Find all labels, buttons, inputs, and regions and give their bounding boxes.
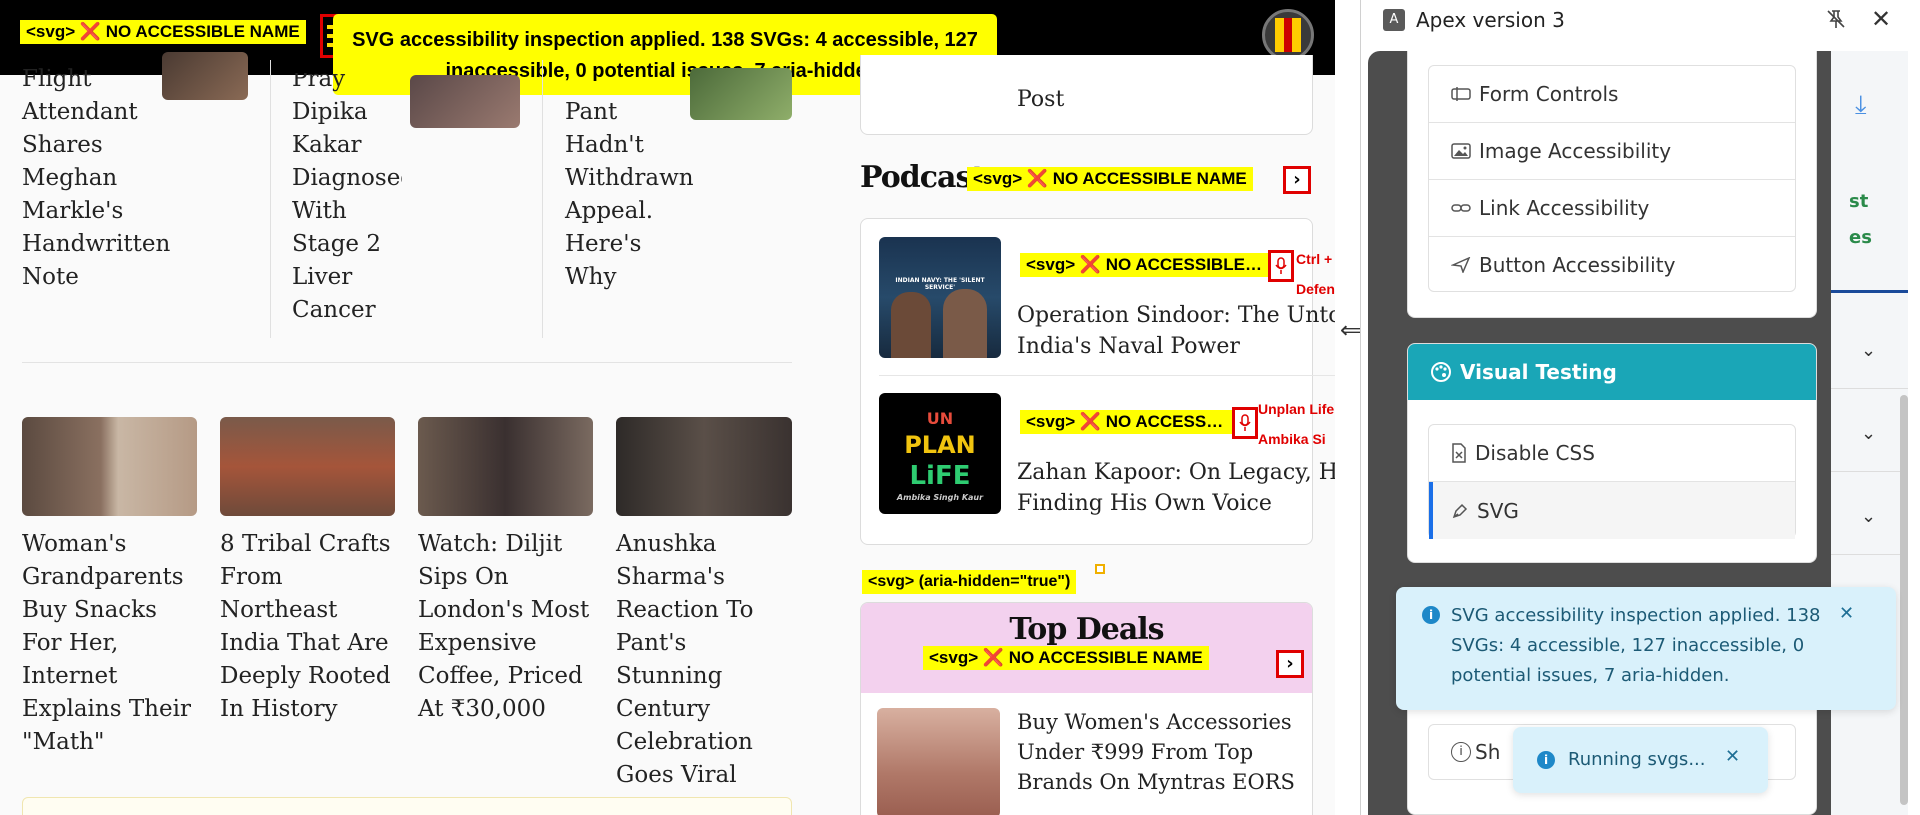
podcast-heading: Podcast [860, 160, 985, 195]
chevron-right-icon: › [1286, 653, 1294, 674]
menu-item-label: Image Accessibility [1479, 139, 1672, 163]
story-thumbnail[interactable] [22, 417, 197, 516]
notification-toast: i SVG accessibility inspection applied. … [1396, 587, 1896, 710]
row-divider [22, 362, 792, 363]
chevron-right-icon: › [1293, 169, 1301, 190]
active-indicator [1429, 482, 1433, 539]
menu-item-image-accessibility[interactable]: Image Accessibility [1429, 123, 1795, 180]
podcast-title[interactable]: Operation Sindoor: The Untold SIndia's N… [1017, 300, 1335, 362]
panel-title: Apex version 3 [1416, 8, 1565, 32]
story-title[interactable]: Watch: Diljit Sips On London's Most Expe… [418, 528, 598, 726]
story-thumbnail[interactable] [616, 417, 792, 516]
unpin-icon[interactable] [1825, 8, 1849, 32]
visual-testing-header[interactable]: Visual Testing [1408, 344, 1816, 400]
pen-icon [1452, 503, 1468, 518]
behind-divider [1831, 290, 1908, 293]
story-thumbnail[interactable] [220, 417, 395, 516]
podcast-item-svg-badge: <svg> ❌ NO ACCESSIBLE NAME [1020, 410, 1232, 434]
menu-item-label: Disable CSS [1475, 441, 1595, 465]
mic-icon-box[interactable] [1268, 250, 1294, 282]
image-icon [1451, 143, 1471, 159]
top-deals-svg-badge: <svg> ❌ NO ACCESSIBLE NAME [923, 646, 1209, 670]
story-thumbnail[interactable] [690, 68, 792, 120]
svg-inspection-badge: <svg> ❌ NO ACCESSIBLE NAME [20, 20, 306, 44]
behind-chevron-2: ⌄ [1861, 423, 1877, 444]
info-circle-icon: i [1537, 751, 1555, 769]
running-toast: i Running svgs... ✕ [1513, 727, 1768, 793]
site-logo[interactable] [1262, 9, 1314, 61]
column-divider [542, 60, 543, 338]
story-title[interactable]: Pray Dipika Kakar Diagnosed With Stage 2… [292, 73, 402, 327]
visual-testing-list: Disable CSS SVG [1428, 424, 1796, 539]
info-icon: i [1451, 742, 1471, 762]
mic-icon-box[interactable] [1232, 407, 1258, 439]
aria-hidden-marker [1095, 564, 1105, 574]
logo-icon [1275, 18, 1301, 52]
top-card [860, 55, 1313, 135]
menu-item-label: Sh [1475, 740, 1501, 764]
ad-strip [22, 797, 792, 815]
mic-icon [1275, 257, 1287, 274]
podcast-divider [879, 375, 1335, 376]
panel-scrollbar[interactable] [1900, 395, 1908, 805]
column-divider [270, 60, 271, 338]
podcast-svg-badge: <svg> ❌ NO ACCESSIBLE NAME [967, 167, 1253, 191]
toast-close-icon[interactable]: ✕ [1725, 746, 1740, 767]
deal-title[interactable]: Buy Women's Accessories Under ₹999 From … [1017, 707, 1317, 797]
story-thumbnail[interactable] [418, 417, 593, 516]
close-icon[interactable]: ✕ [1871, 5, 1891, 33]
mic-label: Ctrl + Defen [1296, 251, 1335, 297]
podcast-thumbnail[interactable]: UN PLAN LiFE Ambika Singh Kaur [879, 393, 1001, 514]
story-title[interactable]: Flight Attendant Shares Meghan Markle's … [22, 63, 172, 294]
deal-thumbnail[interactable] [877, 708, 1000, 815]
podcast-item-svg-badge: <svg> ❌ NO ACCESSIBLE NAME [1020, 253, 1270, 277]
story-title[interactable]: 8 Tribal Crafts From Northeast India Tha… [220, 528, 400, 726]
file-x-icon [1452, 443, 1466, 463]
story-title[interactable]: Pant Hadn't Withdrawn Appeal. Here's Why [565, 96, 695, 294]
aria-hidden-badge: <svg> (aria-hidden="true") [862, 570, 1077, 594]
send-icon [1451, 257, 1471, 273]
menu-item-disable-css[interactable]: Disable CSS [1429, 425, 1795, 482]
story-title[interactable]: Woman's Grandparents Buy Snacks For Her,… [22, 528, 202, 759]
menu-item-label: Button Accessibility [1479, 253, 1676, 277]
menu-item-form-controls[interactable]: Form Controls [1429, 66, 1795, 123]
toast-message: Running svgs... [1568, 749, 1706, 770]
menu-item-svg[interactable]: SVG [1429, 482, 1795, 539]
podcast-next-button[interactable]: › [1283, 166, 1311, 194]
visual-testing-title: Visual Testing [1460, 360, 1617, 384]
behind-chevron-3: ⌄ [1861, 506, 1877, 527]
story-thumbnail[interactable] [410, 75, 520, 128]
behind-text: st es [1849, 191, 1872, 248]
mic-icon [1239, 414, 1251, 431]
web-page: <svg> ❌ NO ACCESSIBLE NAME SVG accessibi… [0, 0, 1335, 815]
menu-item-label: Form Controls [1479, 82, 1619, 106]
form-icon [1451, 87, 1471, 101]
menu-item-button-accessibility[interactable]: Button Accessibility [1429, 237, 1795, 293]
toast-close-icon[interactable]: ✕ [1839, 603, 1854, 624]
story-thumbnail[interactable] [162, 52, 248, 100]
info-circle-icon: i [1422, 606, 1440, 624]
extension-panel: A Apex version 3 ✕ ⤓ st es ⌄ ⌄ ⌄ Form Con… [1361, 0, 1920, 815]
accessibility-list: Form Controls Image Accessibility Link A… [1428, 65, 1796, 292]
podcast-title[interactable]: Zahan Kapoor: On Legacy, HonesFinding Hi… [1017, 457, 1335, 519]
panel-logo: A [1383, 9, 1405, 31]
top-deals-heading: Top Deals [1009, 612, 1164, 647]
menu-item-label: Link Accessibility [1479, 196, 1650, 220]
top-deals-next-button[interactable]: › [1276, 650, 1304, 678]
story-title[interactable]: Anushka Sharma's Reaction To Pant's Stun… [616, 528, 796, 792]
toast-message: SVG accessibility inspection applied. 13… [1451, 605, 1821, 686]
thumbnail-caption: INDIAN NAVY: THE 'SILENT SERVICE' [895, 277, 985, 291]
behind-download-icon: ⤓ [1855, 90, 1867, 120]
palette-icon [1431, 362, 1451, 382]
mic-label: Unplan Life Ambika Si [1258, 401, 1335, 447]
menu-item-link-accessibility[interactable]: Link Accessibility [1429, 180, 1795, 237]
podcast-thumbnail[interactable]: INDIAN NAVY: THE 'SILENT SERVICE' [879, 237, 1001, 358]
link-icon [1451, 204, 1471, 212]
menu-item-label: SVG [1477, 498, 1519, 523]
behind-chevron-1: ⌄ [1861, 340, 1877, 361]
top-card-text[interactable]: Post [1017, 84, 1064, 115]
